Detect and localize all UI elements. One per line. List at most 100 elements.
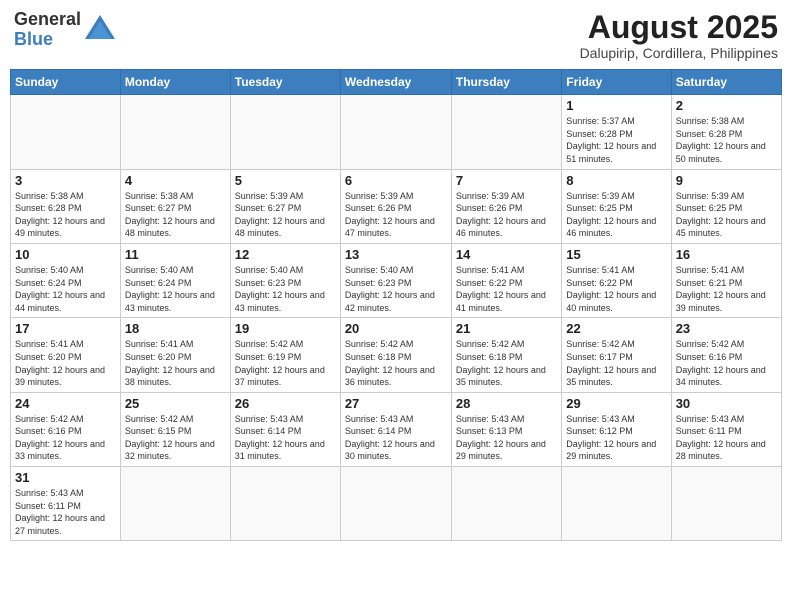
day-number: 19 — [235, 321, 336, 336]
calendar-cell — [671, 467, 781, 541]
weekday-header-friday: Friday — [562, 70, 671, 95]
sun-info: Sunrise: 5:43 AMSunset: 6:14 PMDaylight:… — [345, 413, 447, 463]
calendar-cell: 1Sunrise: 5:37 AMSunset: 6:28 PMDaylight… — [562, 95, 671, 169]
logo-blue: Blue — [14, 29, 53, 49]
sun-info: Sunrise: 5:42 AMSunset: 6:16 PMDaylight:… — [15, 413, 116, 463]
sun-info: Sunrise: 5:41 AMSunset: 6:20 PMDaylight:… — [125, 338, 226, 388]
calendar-cell: 4 Sunrise: 5:38 AMSunset: 6:27 PMDaylight… — [120, 169, 230, 243]
calendar-cell — [120, 467, 230, 541]
day-number: 11 — [125, 247, 226, 262]
calendar-cell: 11 Sunrise: 5:40 AMSunset: 6:24 PMDayligh… — [120, 243, 230, 317]
calendar-cell: 18 Sunrise: 5:41 AMSunset: 6:20 PMDayligh… — [120, 318, 230, 392]
calendar-cell: 17 Sunrise: 5:41 AMSunset: 6:20 PMDayligh… — [11, 318, 121, 392]
day-number: 18 — [125, 321, 226, 336]
day-number: 4 — [125, 173, 226, 188]
day-number: 28 — [456, 396, 557, 411]
day-number: 7 — [456, 173, 557, 188]
calendar-cell — [562, 467, 671, 541]
calendar-cell — [340, 95, 451, 169]
calendar-cell: 19Sunrise: 5:42 AMSunset: 6:19 PMDayligh… — [230, 318, 340, 392]
day-number: 25 — [125, 396, 226, 411]
weekday-header-sunday: Sunday — [11, 70, 121, 95]
calendar-cell: 10 Sunrise: 5:40 AMSunset: 6:24 PMDayligh… — [11, 243, 121, 317]
day-number: 10 — [15, 247, 116, 262]
day-number: 21 — [456, 321, 557, 336]
weekday-header-row: SundayMondayTuesdayWednesdayThursdayFrid… — [11, 70, 782, 95]
weekday-header-thursday: Thursday — [451, 70, 561, 95]
sun-info: Sunrise: 5:40 AMSunset: 6:23 PMDaylight:… — [345, 264, 447, 314]
weekday-header-saturday: Saturday — [671, 70, 781, 95]
calendar-cell: 3 Sunrise: 5:38 AMSunset: 6:28 PMDaylight… — [11, 169, 121, 243]
calendar-cell — [451, 467, 561, 541]
sun-info: Sunrise: 5:43 AMSunset: 6:11 PMDaylight:… — [15, 487, 116, 537]
calendar-cell: 5Sunrise: 5:39 AMSunset: 6:27 PMDaylight… — [230, 169, 340, 243]
sun-info: Sunrise: 5:39 AMSunset: 6:27 PMDaylight:… — [235, 190, 336, 240]
calendar-cell — [230, 467, 340, 541]
calendar-cell: 9Sunrise: 5:39 AMSunset: 6:25 PMDaylight… — [671, 169, 781, 243]
calendar-cell: 24Sunrise: 5:42 AMSunset: 6:16 PMDayligh… — [11, 392, 121, 466]
calendar-cell: 6Sunrise: 5:39 AMSunset: 6:26 PMDaylight… — [340, 169, 451, 243]
sun-info: Sunrise: 5:41 AMSunset: 6:20 PMDaylight:… — [15, 338, 116, 388]
day-number: 8 — [566, 173, 666, 188]
sun-info: Sunrise: 5:43 AMSunset: 6:12 PMDaylight:… — [566, 413, 666, 463]
location-subtitle: Dalupirip, Cordillera, Philippines — [580, 45, 778, 61]
day-number: 12 — [235, 247, 336, 262]
day-number: 30 — [676, 396, 777, 411]
calendar-week-row: 10 Sunrise: 5:40 AMSunset: 6:24 PMDayligh… — [11, 243, 782, 317]
weekday-header-wednesday: Wednesday — [340, 70, 451, 95]
calendar-week-row: 24Sunrise: 5:42 AMSunset: 6:16 PMDayligh… — [11, 392, 782, 466]
sun-info: Sunrise: 5:40 AMSunset: 6:23 PMDaylight:… — [235, 264, 336, 314]
calendar-cell: 16 Sunrise: 5:41 AMSunset: 6:21 PMDayligh… — [671, 243, 781, 317]
day-number: 15 — [566, 247, 666, 262]
day-number: 23 — [676, 321, 777, 336]
calendar-cell: 31Sunrise: 5:43 AMSunset: 6:11 PMDayligh… — [11, 467, 121, 541]
logo-general: General — [14, 9, 81, 29]
sun-info: Sunrise: 5:40 AMSunset: 6:24 PMDaylight:… — [15, 264, 116, 314]
calendar-cell: 2 Sunrise: 5:38 AMSunset: 6:28 PMDaylight… — [671, 95, 781, 169]
day-number: 20 — [345, 321, 447, 336]
day-number: 6 — [345, 173, 447, 188]
sun-info: Sunrise: 5:38 AMSunset: 6:28 PMDaylight:… — [676, 115, 777, 165]
sun-info: Sunrise: 5:41 AMSunset: 6:22 PMDaylight:… — [456, 264, 557, 314]
calendar-cell — [340, 467, 451, 541]
calendar-week-row: 31Sunrise: 5:43 AMSunset: 6:11 PMDayligh… — [11, 467, 782, 541]
sun-info: Sunrise: 5:41 AMSunset: 6:21 PMDaylight:… — [676, 264, 777, 314]
day-number: 17 — [15, 321, 116, 336]
calendar-cell: 30 Sunrise: 5:43 AMSunset: 6:11 PMDayligh… — [671, 392, 781, 466]
sun-info: Sunrise: 5:42 AMSunset: 6:18 PMDaylight:… — [345, 338, 447, 388]
logo-icon — [81, 11, 119, 49]
sun-info: Sunrise: 5:41 AMSunset: 6:22 PMDaylight:… — [566, 264, 666, 314]
sun-info: Sunrise: 5:38 AMSunset: 6:28 PMDaylight:… — [15, 190, 116, 240]
calendar-cell: 7 Sunrise: 5:39 AMSunset: 6:26 PMDaylight… — [451, 169, 561, 243]
sun-info: Sunrise: 5:42 AMSunset: 6:15 PMDaylight:… — [125, 413, 226, 463]
day-number: 3 — [15, 173, 116, 188]
day-number: 29 — [566, 396, 666, 411]
sun-info: Sunrise: 5:40 AMSunset: 6:24 PMDaylight:… — [125, 264, 226, 314]
calendar-week-row: 1Sunrise: 5:37 AMSunset: 6:28 PMDaylight… — [11, 95, 782, 169]
calendar-cell: 12 Sunrise: 5:40 AMSunset: 6:23 PMDayligh… — [230, 243, 340, 317]
day-number: 26 — [235, 396, 336, 411]
sun-info: Sunrise: 5:42 AMSunset: 6:18 PMDaylight:… — [456, 338, 557, 388]
day-number: 2 — [676, 98, 777, 113]
calendar-cell: 14Sunrise: 5:41 AMSunset: 6:22 PMDayligh… — [451, 243, 561, 317]
calendar-cell: 20 Sunrise: 5:42 AMSunset: 6:18 PMDayligh… — [340, 318, 451, 392]
calendar-week-row: 3 Sunrise: 5:38 AMSunset: 6:28 PMDaylight… — [11, 169, 782, 243]
day-number: 1 — [566, 98, 666, 113]
sun-info: Sunrise: 5:43 AMSunset: 6:14 PMDaylight:… — [235, 413, 336, 463]
calendar-cell: 15 Sunrise: 5:41 AMSunset: 6:22 PMDayligh… — [562, 243, 671, 317]
calendar-cell: 23Sunrise: 5:42 AMSunset: 6:16 PMDayligh… — [671, 318, 781, 392]
calendar-table: SundayMondayTuesdayWednesdayThursdayFrid… — [10, 69, 782, 541]
calendar-cell — [11, 95, 121, 169]
day-number: 9 — [676, 173, 777, 188]
day-number: 16 — [676, 247, 777, 262]
sun-info: Sunrise: 5:38 AMSunset: 6:27 PMDaylight:… — [125, 190, 226, 240]
calendar-cell: 21 Sunrise: 5:42 AMSunset: 6:18 PMDayligh… — [451, 318, 561, 392]
calendar-cell: 25 Sunrise: 5:42 AMSunset: 6:15 PMDayligh… — [120, 392, 230, 466]
day-number: 22 — [566, 321, 666, 336]
sun-info: Sunrise: 5:42 AMSunset: 6:17 PMDaylight:… — [566, 338, 666, 388]
sun-info: Sunrise: 5:39 AMSunset: 6:26 PMDaylight:… — [456, 190, 557, 240]
sun-info: Sunrise: 5:43 AMSunset: 6:11 PMDaylight:… — [676, 413, 777, 463]
calendar-cell: 13 Sunrise: 5:40 AMSunset: 6:23 PMDayligh… — [340, 243, 451, 317]
day-number: 13 — [345, 247, 447, 262]
sun-info: Sunrise: 5:39 AMSunset: 6:25 PMDaylight:… — [566, 190, 666, 240]
